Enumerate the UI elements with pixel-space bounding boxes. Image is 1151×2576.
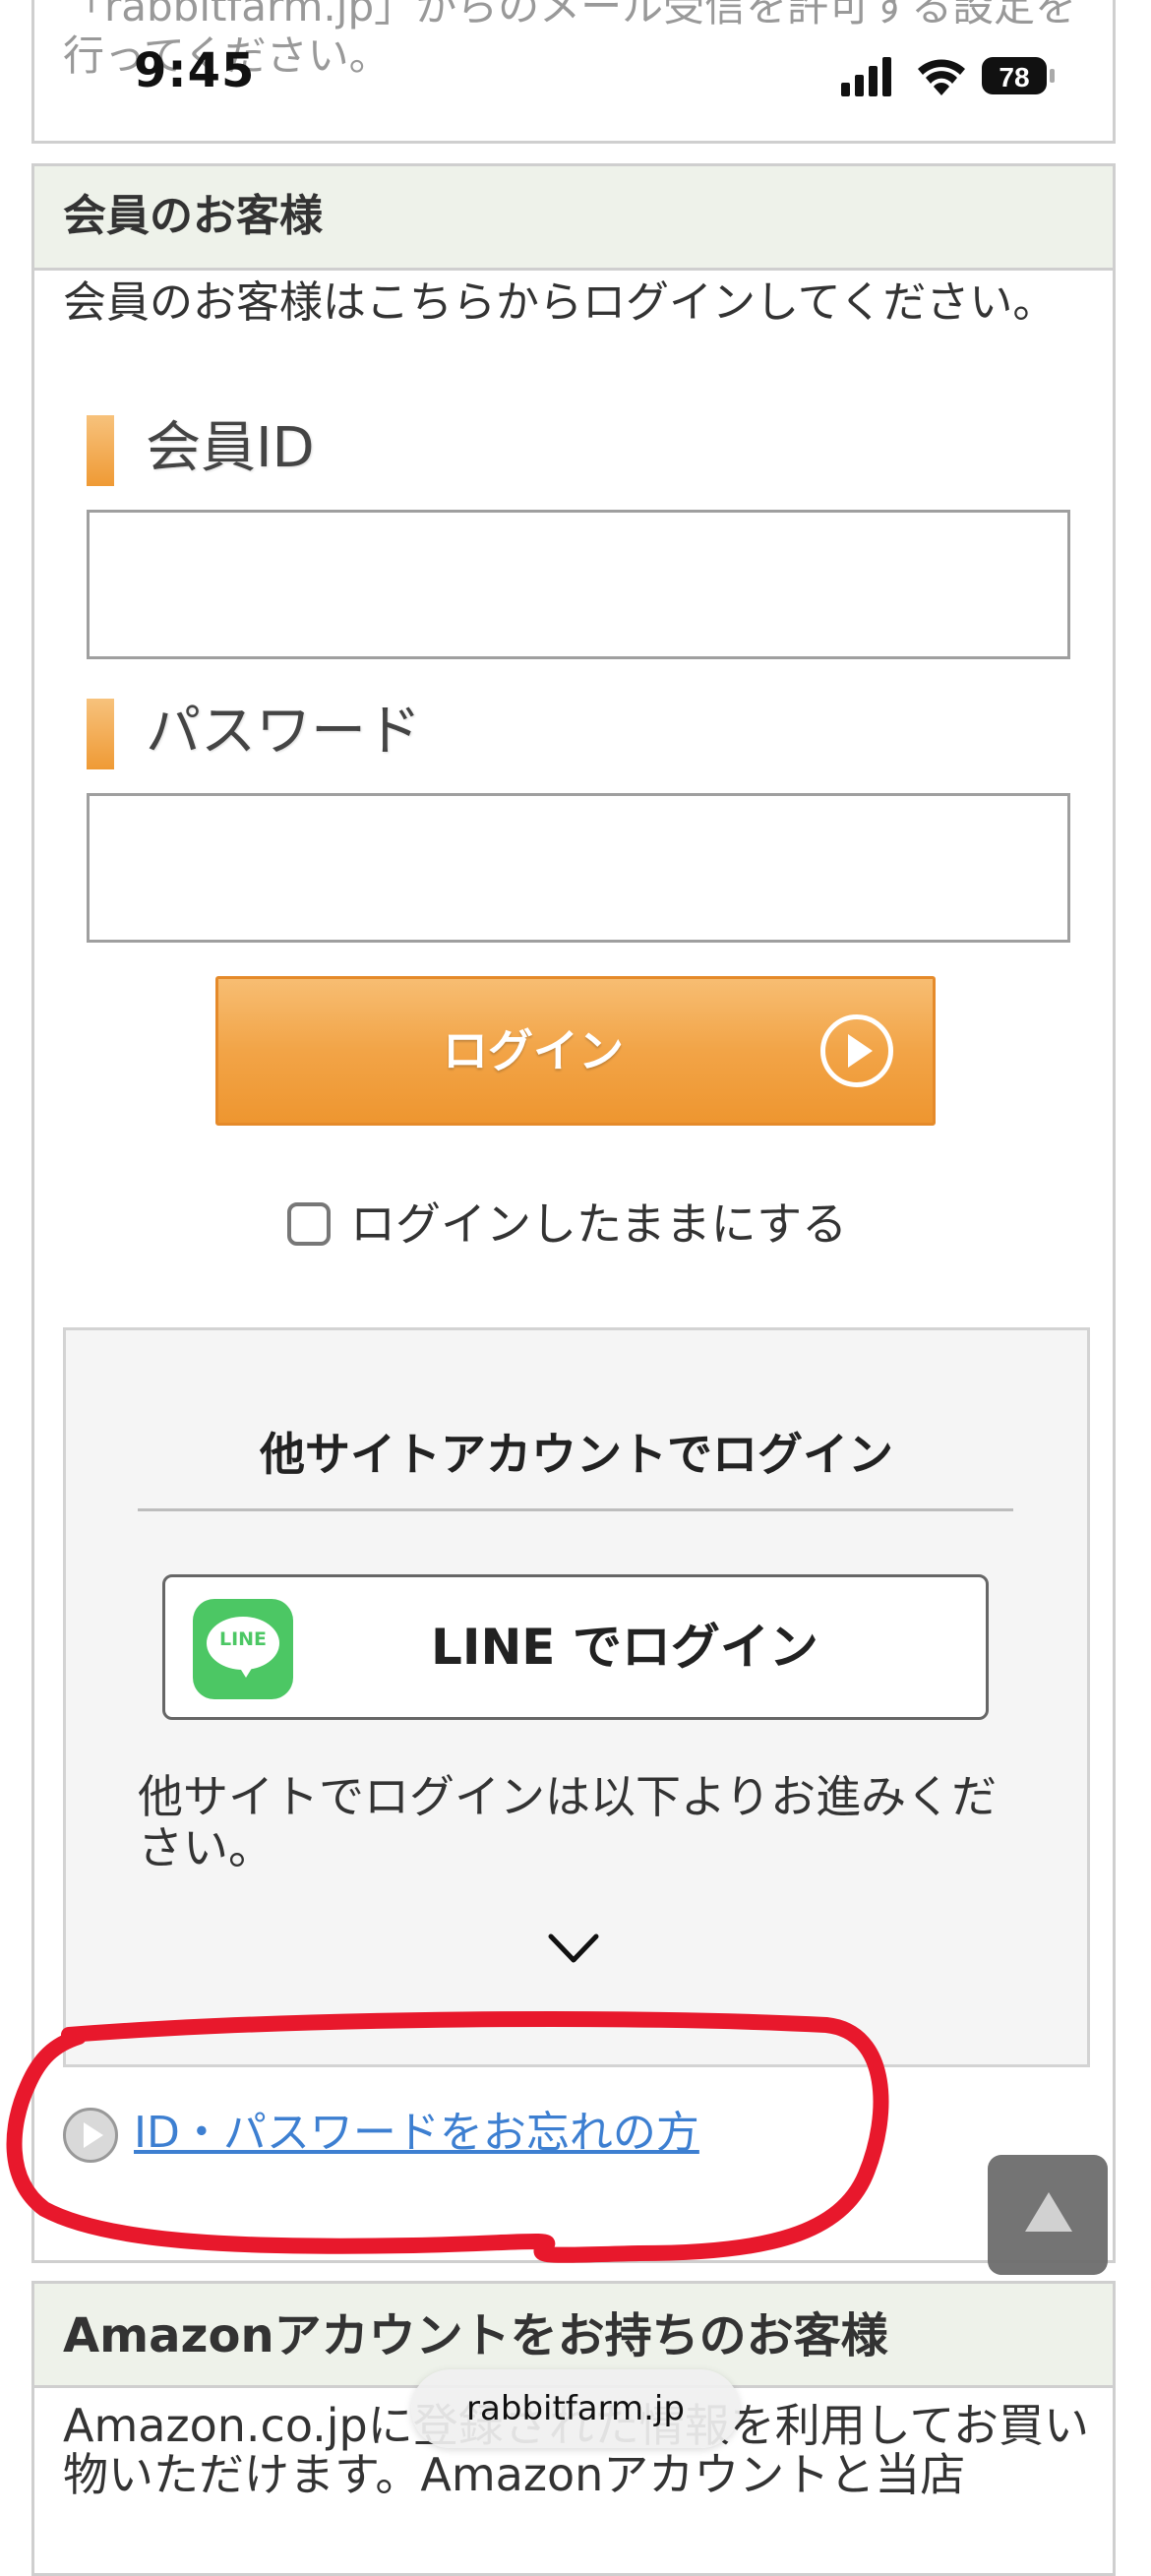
password-input[interactable] — [87, 793, 1070, 943]
browser-url-bar[interactable]: rabbitfarm.jp — [411, 2369, 740, 2448]
line-logo-text: LINE — [218, 1628, 268, 1650]
status-icons: 78 — [841, 57, 1055, 96]
member-id-label-marker — [87, 415, 114, 486]
login-button[interactable]: ログイン — [215, 976, 936, 1126]
member-id-input[interactable] — [87, 510, 1070, 659]
line-logo-icon: LINE — [193, 1599, 293, 1699]
browser-url-text: rabbitfarm.jp — [466, 2389, 685, 2428]
login-button-label: ログイン — [443, 1024, 624, 1077]
password-label-marker — [87, 699, 114, 769]
keep-login-label[interactable]: ログインしたままにする — [350, 1195, 847, 1254]
amazon-section-title: Amazonアカウントをお持ちのお客様 — [63, 2308, 888, 2363]
back-to-top-button[interactable] — [988, 2155, 1108, 2275]
signal-icon — [841, 57, 891, 96]
keep-login-checkbox[interactable] — [287, 1202, 331, 1246]
wifi-icon — [918, 59, 965, 95]
arrow-up-icon — [1025, 2192, 1072, 2232]
member-id-label: 会員ID — [146, 416, 315, 480]
divider — [138, 1508, 1013, 1511]
other-site-description: 他サイトでログインは以下よりお進みください。 — [138, 1770, 998, 1874]
password-label: パスワード — [146, 700, 421, 764]
play-circle-icon — [63, 2108, 118, 2163]
member-intro-text: 会員のお客様はこちらからログインしてください。 — [63, 277, 1057, 328]
other-site-login-title: 他サイトアカウントでログイン — [260, 1428, 893, 1481]
forgot-id-password-link[interactable]: ID・パスワードをお忘れの方 — [134, 2104, 699, 2163]
chevron-down-icon[interactable] — [547, 1929, 600, 1968]
line-login-button[interactable]: LINE LINE でログイン — [162, 1574, 989, 1720]
play-circle-icon — [820, 1014, 893, 1087]
svg-text:78: 78 — [999, 62, 1029, 92]
line-login-label: LINE でログイン — [431, 1619, 818, 1676]
member-section-title: 会員のお客様 — [63, 191, 323, 241]
battery-icon: 78 — [982, 57, 1055, 94]
status-time: 9:45 — [134, 43, 256, 98]
line-bubble-tail — [236, 1662, 256, 1678]
